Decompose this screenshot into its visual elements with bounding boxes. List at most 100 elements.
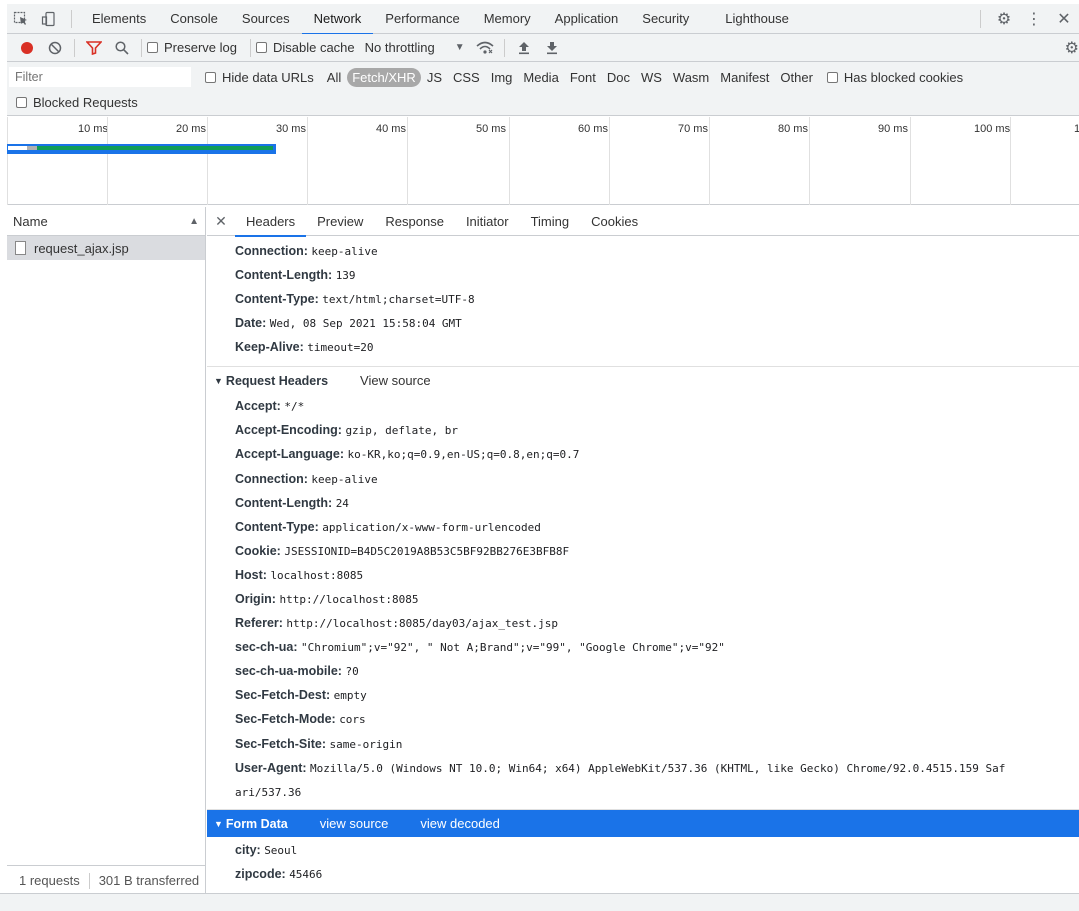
timeline-tick: 1 xyxy=(1010,117,1079,205)
toolbar-separator xyxy=(249,38,251,57)
header-value: JSESSIONID=B4D5C2019A8B53C5BF92BB276E3BF… xyxy=(284,545,570,558)
filter-type-media[interactable]: Media xyxy=(518,68,563,87)
detail-tab-timing[interactable]: Timing xyxy=(520,207,581,236)
tab-memory[interactable]: Memory xyxy=(472,4,543,34)
tab-sources[interactable]: Sources xyxy=(230,4,302,34)
filter-icon[interactable] xyxy=(80,35,108,61)
inspect-element-icon[interactable] xyxy=(7,5,35,33)
filter-type-wasm[interactable]: Wasm xyxy=(668,68,714,87)
view-source-link[interactable]: view source xyxy=(320,816,389,831)
throttling-value: No throttling xyxy=(364,40,435,55)
filter-type-ws[interactable]: WS xyxy=(636,68,667,87)
checkbox-box[interactable] xyxy=(147,42,158,53)
hide-data-urls-label: Hide data URLs xyxy=(222,69,314,85)
request-header-row: Connection: keep-alive xyxy=(235,472,378,487)
hide-data-urls-checkbox[interactable]: Hide data URLs xyxy=(205,70,314,85)
filter-type-css[interactable]: CSS xyxy=(448,68,485,87)
import-har-icon[interactable] xyxy=(510,35,538,61)
request-header-continuation: ari/537.36 xyxy=(235,785,301,800)
has-blocked-cookies-checkbox[interactable]: Has blocked cookies xyxy=(826,70,963,85)
export-har-icon[interactable] xyxy=(538,35,566,61)
tab-console[interactable]: Console xyxy=(158,4,230,34)
disable-cache-checkbox[interactable]: Disable cache xyxy=(255,40,355,55)
tab-elements[interactable]: Elements xyxy=(80,4,158,34)
header-name: Content-Length: xyxy=(235,268,333,282)
detail-tab-cookies[interactable]: Cookies xyxy=(580,207,649,236)
filter-type-all[interactable]: All xyxy=(322,68,346,87)
console-drawer[interactable] xyxy=(0,893,1079,911)
checkbox-box[interactable] xyxy=(16,97,27,108)
header-name: Connection: xyxy=(235,472,308,486)
record-icon[interactable] xyxy=(13,35,41,61)
checkbox-box[interactable] xyxy=(255,42,267,53)
throttling-select[interactable]: No throttling ▼ xyxy=(365,40,465,55)
request-header-row: Accept-Encoding: gzip, deflate, br xyxy=(235,423,458,438)
filter-type-img[interactable]: Img xyxy=(486,68,518,87)
close-icon[interactable]: ✕ xyxy=(1049,9,1079,29)
tab-application[interactable]: Application xyxy=(543,4,631,34)
header-value: */* xyxy=(284,400,305,413)
blocked-requests-checkbox[interactable]: Blocked Requests xyxy=(16,95,138,110)
tab-network[interactable]: Network xyxy=(301,4,374,35)
request-row[interactable]: request_ajax.jsp xyxy=(7,236,205,260)
name-column-label: Name xyxy=(13,214,48,229)
detail-tab-headers[interactable]: Headers xyxy=(235,207,307,237)
detail-tab-initiator[interactable]: Initiator xyxy=(455,207,520,236)
clear-icon[interactable] xyxy=(41,35,69,61)
header-name: sec-ch-ua: xyxy=(235,640,298,654)
waterfall-stalled-segment xyxy=(27,146,37,150)
header-value: localhost:8085 xyxy=(270,569,364,582)
network-conditions-icon[interactable] xyxy=(471,35,499,61)
filter-options-row2: Blocked Requests xyxy=(16,95,146,110)
timeline-tick: 20 ms xyxy=(107,117,206,205)
view-decoded-link[interactable]: view decoded xyxy=(420,816,500,831)
tick-label: 30 ms xyxy=(276,123,306,135)
response-header-row: Content-Length: 139 xyxy=(235,268,356,283)
device-toolbar-icon[interactable] xyxy=(35,5,63,33)
filter-type-doc[interactable]: Doc xyxy=(602,68,635,87)
request-header-row: sec-ch-ua: "Chromium";v="92", " Not A;Br… xyxy=(235,640,725,655)
header-name: Accept-Encoding: xyxy=(235,423,342,437)
waterfall-queue-segment xyxy=(8,146,27,150)
network-settings-icon[interactable]: ⚙ xyxy=(1065,38,1079,58)
network-summary-bar: 1 requests 301 B transferred xyxy=(7,865,206,895)
kebab-menu-icon[interactable]: ⋮ xyxy=(1019,9,1049,29)
filter-type-font[interactable]: Font xyxy=(565,68,601,87)
header-name: Referer: xyxy=(235,616,283,630)
request-header-row: Referer: http://localhost:8085/day03/aja… xyxy=(235,616,558,631)
timeline-tick: 10 ms xyxy=(7,117,108,205)
header-value: keep-alive xyxy=(311,245,378,258)
tab-lighthouse[interactable]: Lighthouse xyxy=(713,4,801,34)
header-value: ?0 xyxy=(345,665,359,678)
form-data-row: zipcode: 45466 xyxy=(235,867,322,882)
name-column-header[interactable]: Name ▲ xyxy=(7,207,205,236)
header-value: empty xyxy=(333,689,367,702)
request-header-row: Cookie: JSESSIONID=B4D5C2019A8B53C5BF92B… xyxy=(235,544,569,559)
detail-tab-preview[interactable]: Preview xyxy=(306,207,374,236)
tab-performance[interactable]: Performance xyxy=(373,4,471,34)
checkbox-box[interactable] xyxy=(205,71,216,83)
timeline-tick: 40 ms xyxy=(307,117,406,205)
request-header-row: Sec-Fetch-Dest: empty xyxy=(235,688,367,703)
tab-security[interactable]: Security xyxy=(630,4,701,34)
filter-input[interactable] xyxy=(9,67,191,87)
filter-type-other[interactable]: Other xyxy=(775,68,818,87)
tick-label: 50 ms xyxy=(476,123,506,135)
request-header-row: Accept: */* xyxy=(235,399,304,414)
header-value: keep-alive xyxy=(311,473,378,486)
detail-tab-response[interactable]: Response xyxy=(374,207,455,236)
chevron-down-icon: ▼ xyxy=(454,42,465,53)
filter-type-fetch-xhr[interactable]: Fetch/XHR xyxy=(347,67,421,87)
search-icon[interactable] xyxy=(108,35,136,61)
preserve-log-checkbox[interactable]: Preserve log xyxy=(147,40,237,55)
gear-icon[interactable]: ⚙ xyxy=(989,9,1019,29)
form-data-section[interactable]: ▼ Form Data view source view decoded xyxy=(207,809,1079,837)
header-name: Accept-Language: xyxy=(235,447,345,461)
view-source-link[interactable]: View source xyxy=(360,373,431,388)
filter-type-js[interactable]: JS xyxy=(422,68,447,87)
request-headers-section[interactable]: ▼ Request Headers View source xyxy=(207,366,1079,394)
close-detail-icon[interactable]: ✕ xyxy=(207,213,235,230)
checkbox-box[interactable] xyxy=(826,71,838,83)
filter-type-manifest[interactable]: Manifest xyxy=(715,68,774,87)
timeline-overview[interactable]: 10 ms 20 ms 30 ms 40 ms 50 ms 60 ms 70 m… xyxy=(7,117,1079,205)
